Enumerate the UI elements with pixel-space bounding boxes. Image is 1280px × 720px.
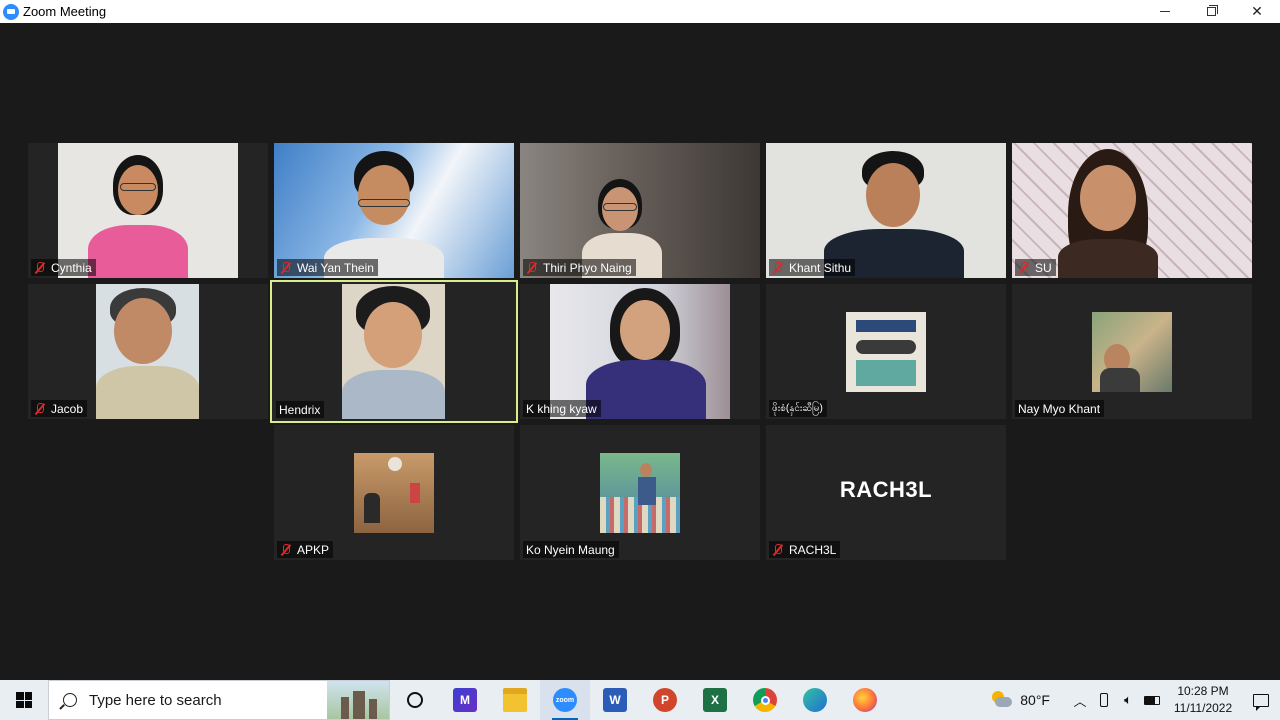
participant-name: RACH3L bbox=[789, 542, 837, 557]
video-feed bbox=[766, 143, 1006, 278]
participant-name-tag: Thiri Phyo Naing bbox=[523, 259, 636, 276]
windows-logo-icon bbox=[16, 692, 32, 708]
taskbar: Type here to search M zoom W P X 80°F ︿ … bbox=[0, 680, 1280, 720]
zoom-app-icon bbox=[3, 3, 19, 20]
muted-mic-icon bbox=[526, 261, 538, 274]
search-highlight-image bbox=[327, 681, 389, 719]
window-controls: ✕ bbox=[1142, 0, 1280, 23]
clock-date: 11/11/2022 bbox=[1173, 701, 1233, 715]
participant-name: SU bbox=[1035, 260, 1052, 275]
taskbar-clock[interactable]: 10:28 PM 11/11/2022 bbox=[1164, 683, 1242, 717]
participant-tile-khant-sithu[interactable]: Khant Sithu bbox=[766, 143, 1006, 278]
participant-tile-wai-yan-thein[interactable]: Wai Yan Thein bbox=[274, 143, 514, 278]
gallery-view: Cynthia Wai Yan Thein Thiri Phyo Naing K… bbox=[0, 23, 1280, 680]
file-explorer-icon[interactable] bbox=[490, 680, 540, 720]
participant-name: Nay Myo Khant bbox=[1018, 401, 1101, 416]
search-placeholder: Type here to search bbox=[89, 691, 222, 709]
participant-name-tag: RACH3L bbox=[769, 541, 841, 558]
participant-tile-nay-myo-khant[interactable]: Nay Myo Khant bbox=[1012, 284, 1252, 419]
window-title: Zoom Meeting bbox=[23, 4, 107, 19]
battery-device-icon[interactable] bbox=[1092, 680, 1116, 720]
participant-tile-hendrix[interactable]: Hendrix bbox=[270, 280, 518, 423]
zoom-icon[interactable]: zoom bbox=[540, 680, 590, 720]
participant-tile-ko-nyein-maung[interactable]: Ko Nyein Maung bbox=[520, 425, 760, 560]
muted-mic-icon bbox=[280, 543, 292, 556]
powerpoint-icon[interactable]: P bbox=[640, 680, 690, 720]
taskbar-search-box[interactable]: Type here to search bbox=[48, 680, 390, 720]
participant-name-tag: Khant Sithu bbox=[769, 259, 856, 276]
participant-name: Khant Sithu bbox=[789, 260, 852, 275]
muted-mic-icon bbox=[34, 402, 46, 415]
minimize-button[interactable] bbox=[1142, 0, 1188, 23]
edge-icon[interactable] bbox=[790, 680, 840, 720]
participant-name: Jacob bbox=[51, 401, 84, 416]
participant-tile-cynthia[interactable]: Cynthia bbox=[28, 143, 268, 278]
video-feed bbox=[550, 284, 730, 419]
participant-name-tag: APKP bbox=[277, 541, 334, 558]
participant-tile-thiri-phyo-naing[interactable]: Thiri Phyo Naing bbox=[520, 143, 760, 278]
firefox-icon[interactable] bbox=[840, 680, 890, 720]
participant-name: APKP bbox=[297, 542, 330, 557]
participant-name: Hendrix bbox=[279, 402, 321, 417]
participant-name-tag: SU bbox=[1015, 259, 1056, 276]
participant-name: Thiri Phyo Naing bbox=[543, 260, 632, 275]
muted-mic-icon bbox=[772, 543, 784, 556]
video-feed bbox=[342, 284, 445, 419]
video-feed bbox=[274, 143, 514, 278]
video-feed bbox=[520, 143, 760, 278]
participant-tile-su[interactable]: SU bbox=[1012, 143, 1252, 278]
participant-name-tag: Cynthia bbox=[31, 259, 96, 276]
participant-name-tag: Jacob bbox=[31, 400, 88, 417]
muted-mic-icon bbox=[34, 261, 46, 274]
muted-mic-icon bbox=[280, 261, 292, 274]
participant-name: Ko Nyein Maung bbox=[526, 542, 615, 557]
notification-center-icon[interactable] bbox=[1242, 680, 1280, 720]
participant-name-tag: K khing kyaw bbox=[523, 400, 601, 417]
participant-name-tag: Ko Nyein Maung bbox=[523, 541, 619, 558]
weather-widget[interactable]: 80°F bbox=[990, 691, 1050, 709]
participant-name-tag: Nay Myo Khant bbox=[1015, 400, 1105, 417]
stream-icon[interactable]: M bbox=[440, 680, 490, 720]
participant-tile-apkp[interactable]: APKP bbox=[274, 425, 514, 560]
chrome-icon[interactable] bbox=[740, 680, 790, 720]
muted-mic-icon bbox=[772, 261, 784, 274]
muted-mic-icon bbox=[1018, 261, 1030, 274]
video-feed bbox=[58, 143, 238, 278]
temperature: 80°F bbox=[1020, 692, 1050, 708]
volume-icon[interactable]: 🔈︎ bbox=[1116, 680, 1140, 720]
participant-name-tag: Hendrix bbox=[276, 401, 325, 418]
show-hidden-icons-icon[interactable]: ︿ bbox=[1068, 680, 1092, 720]
word-icon[interactable]: W bbox=[590, 680, 640, 720]
title-bar: Zoom Meeting ✕ bbox=[0, 0, 1280, 23]
participant-tile-k-khing-kyaw[interactable]: K khing kyaw bbox=[520, 284, 760, 419]
start-button[interactable] bbox=[0, 680, 48, 720]
search-icon bbox=[63, 693, 77, 707]
participant-tile-jacob[interactable]: Jacob bbox=[28, 284, 268, 419]
profile-picture bbox=[1092, 312, 1172, 392]
restore-button[interactable] bbox=[1188, 0, 1234, 23]
video-feed bbox=[1012, 143, 1252, 278]
profile-picture bbox=[846, 312, 926, 392]
partly-cloudy-icon bbox=[990, 691, 1013, 709]
participant-name: K khing kyaw bbox=[526, 401, 597, 416]
participant-tile-phoe-san[interactable]: ဖိုးစံ(နှင်းဆီမြ) bbox=[766, 284, 1006, 419]
participant-name-tag: Wai Yan Thein bbox=[277, 259, 378, 276]
system-tray: 80°F ︿ 🔈︎ 10:28 PM 11/11/2022 bbox=[990, 680, 1280, 720]
participant-name: Cynthia bbox=[51, 260, 92, 275]
close-button[interactable]: ✕ bbox=[1234, 0, 1280, 23]
video-feed bbox=[96, 284, 199, 419]
profile-picture bbox=[600, 453, 680, 533]
clock-time: 10:28 PM bbox=[1177, 684, 1229, 698]
profile-picture bbox=[354, 453, 434, 533]
participant-tile-rach3l[interactable]: RACH3L RACH3L bbox=[766, 425, 1006, 560]
participant-name-tag: ဖိုးစံ(နှင်းဆီမြ) bbox=[769, 400, 827, 417]
participant-name: ဖိုးစံ(နှင်းဆီမြ) bbox=[772, 403, 823, 414]
cortana-icon[interactable] bbox=[390, 680, 440, 720]
battery-icon[interactable] bbox=[1140, 680, 1164, 720]
excel-icon[interactable]: X bbox=[690, 680, 740, 720]
participant-name: Wai Yan Thein bbox=[297, 260, 374, 275]
participant-display-name: RACH3L bbox=[839, 477, 933, 502]
